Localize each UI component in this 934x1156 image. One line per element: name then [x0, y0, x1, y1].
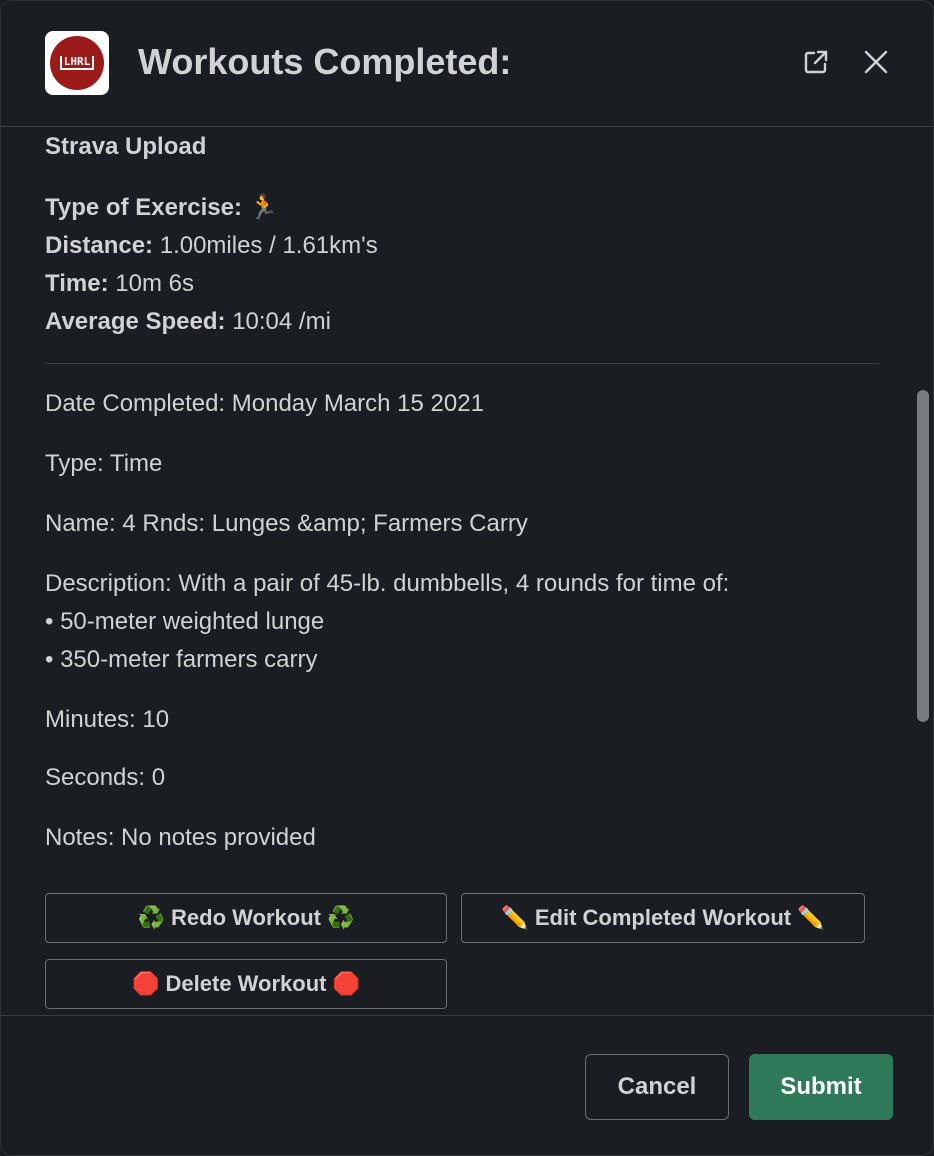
modal-body[interactable]: Strava Upload Type of Exercise: 🏃 Distan… [1, 127, 933, 1015]
workout-type: Type: Time [45, 450, 163, 477]
description-bullet: • 50-meter weighted lunge [45, 608, 325, 635]
workout-summary: Type of Exercise: 🏃 Distance: 1.00miles … [45, 188, 378, 341]
logo-badge: LHRL [50, 36, 104, 90]
speed-row: Average Speed: 10:04 /mi [45, 303, 378, 341]
date-completed: Date Completed: Monday March 15 2021 [45, 390, 484, 417]
distance-row: Distance: 1.00miles / 1.61km's [45, 227, 378, 265]
modal-title: Workouts Completed: [138, 41, 512, 82]
time-label: Time: [45, 270, 109, 297]
speed-value: 10:04 /mi [232, 308, 331, 335]
distance-label: Distance: [45, 232, 154, 259]
delete-workout-button[interactable]: 🛑 Delete Workout 🛑 [45, 959, 447, 1009]
modal-footer: Cancel Submit [1, 1015, 933, 1155]
workout-name: Name: 4 Rnds: Lunges &amp; Farmers Carry [45, 510, 528, 537]
time-value: 10m 6s [115, 270, 194, 297]
external-link-icon[interactable] [799, 45, 833, 79]
runner-icon: 🏃 [248, 193, 279, 221]
speed-label: Average Speed: [45, 308, 226, 335]
close-icon[interactable] [859, 45, 893, 79]
minutes-value: Minutes: 10 [45, 706, 170, 733]
section-title: Strava Upload [45, 133, 207, 160]
seconds-value: Seconds: 0 [45, 764, 166, 791]
notes-value: Notes: No notes provided [45, 824, 316, 851]
description-bullet: • 350-meter farmers carry [45, 646, 318, 673]
divider [45, 363, 879, 364]
redo-workout-button[interactable]: ♻️ Redo Workout ♻️ [45, 893, 447, 943]
distance-value: 1.00miles / 1.61km's [159, 232, 378, 259]
edit-workout-button[interactable]: ✏️ Edit Completed Workout ✏️ [461, 893, 865, 943]
type-row: Type of Exercise: 🏃 [45, 188, 378, 227]
scrollbar[interactable] [917, 390, 929, 722]
submit-button[interactable]: Submit [749, 1054, 893, 1120]
type-label: Type of Exercise: [45, 194, 242, 221]
workout-description: Description: With a pair of 45-lb. dumbb… [45, 570, 730, 597]
app-logo: LHRL [45, 31, 109, 95]
workouts-modal: LHRL Workouts Completed: Strava Upload T… [0, 0, 934, 1156]
modal-header: LHRL Workouts Completed: [1, 1, 933, 127]
cancel-button[interactable]: Cancel [585, 1054, 729, 1120]
logo-text: LHRL [59, 56, 95, 70]
time-row: Time: 10m 6s [45, 265, 378, 303]
